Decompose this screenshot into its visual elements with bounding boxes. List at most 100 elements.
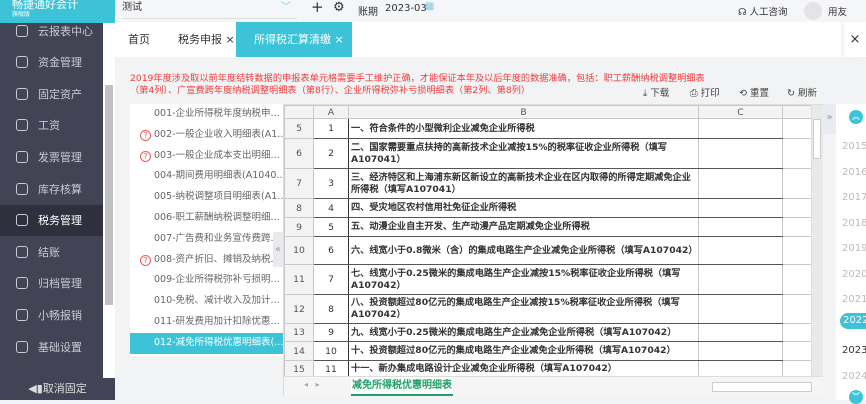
- cell-a[interactable]: 4: [313, 198, 349, 218]
- tab-tax-declaration[interactable]: 税务申报 ×: [178, 22, 235, 57]
- scroll-up-icon[interactable]: ︽: [849, 110, 863, 124]
- reset-button[interactable]: ⟲ 重置: [739, 85, 769, 99]
- report-list-item[interactable]: 012-减免所得税优惠明细表(...: [130, 332, 283, 354]
- year-item[interactable]: 2024年: [842, 367, 866, 382]
- year-item[interactable]: 2020年: [842, 265, 866, 280]
- sidebar-scroll-thumb[interactable]: [105, 85, 113, 305]
- cell-b[interactable]: 八、投资额超过80亿元的集成电路生产企业减按15%税率征收企业所得税（填写A10…: [348, 294, 699, 324]
- sidebar-item[interactable]: 库存核算: [0, 173, 103, 204]
- cell-b[interactable]: 四、受灾地区农村信用社免征企业所得税: [348, 198, 699, 218]
- report-list-item[interactable]: 005-纳税调整项目明细表(A1...: [130, 187, 283, 208]
- cell-a[interactable]: 3: [313, 168, 349, 199]
- close-icon[interactable]: ×: [335, 33, 344, 46]
- sidebar-item[interactable]: 归档管理: [0, 268, 103, 299]
- cell-c[interactable]: [698, 168, 783, 199]
- collapse-list-button[interactable]: «: [273, 232, 283, 267]
- row-number[interactable]: 8: [284, 198, 314, 218]
- cell-a[interactable]: 2: [313, 138, 349, 169]
- cell-d[interactable]: [782, 118, 812, 139]
- sidebar-item[interactable]: 云报表中心: [0, 15, 103, 46]
- close-icon[interactable]: ×: [226, 33, 235, 46]
- row-number[interactable]: 6: [284, 138, 314, 169]
- sidebar-item[interactable]: 工资: [0, 110, 103, 141]
- cell-c[interactable]: [698, 236, 783, 265]
- add-icon[interactable]: +: [311, 0, 324, 16]
- report-list-item[interactable]: 007-广告费和业务宣传费跨...: [130, 229, 283, 250]
- cell-a[interactable]: 7: [313, 264, 349, 295]
- cell-d[interactable]: [782, 236, 812, 265]
- cell-c[interactable]: [698, 118, 783, 139]
- corner-cell[interactable]: [284, 105, 314, 119]
- cell-d[interactable]: [782, 341, 812, 361]
- report-list-item[interactable]: 011-研发费用加计扣除优惠...: [130, 312, 283, 333]
- download-button[interactable]: ⤓ 下载: [643, 85, 669, 99]
- row-number[interactable]: 11: [284, 264, 314, 295]
- report-list-item[interactable]: 006-职工薪酬纳税调整明细...: [130, 208, 283, 229]
- year-item[interactable]: 2018年: [842, 214, 866, 229]
- sheet-nav-arrows[interactable]: ◂ ▸: [304, 380, 320, 389]
- report-list-item[interactable]: ? 002-一般企业收入明细表(A1...: [130, 125, 283, 146]
- cell-b[interactable]: 十一、新办集成电路设计企业减免企业所得税（填写A107042）: [348, 360, 699, 378]
- cell-d[interactable]: [782, 138, 812, 169]
- cell-d[interactable]: [782, 264, 812, 295]
- cell-d[interactable]: [782, 360, 812, 378]
- column-header[interactable]: A: [313, 105, 349, 119]
- sidebar-item[interactable]: 固定资产: [0, 78, 103, 109]
- sidebar-item[interactable]: 资金管理: [0, 47, 103, 78]
- refresh-button[interactable]: ↻ 刷新: [787, 85, 817, 99]
- cell-a[interactable]: 6: [313, 236, 349, 265]
- row-number[interactable]: 9: [284, 217, 314, 237]
- cell-b[interactable]: 十、投资额超过80亿元的集成电路生产企业减免企业所得税（填写A107042）: [348, 341, 699, 361]
- row-number[interactable]: 10: [284, 236, 314, 265]
- cell-a[interactable]: 8: [313, 294, 349, 324]
- row-number[interactable]: 7: [284, 168, 314, 199]
- cell-b[interactable]: 六、线宽小于0.8微米（含）的集成电路生产企业减免企业所得税（填写A107042…: [348, 236, 699, 265]
- cell-d[interactable]: [782, 198, 812, 218]
- cell-a[interactable]: 10: [313, 341, 349, 361]
- vertical-scroll-thumb[interactable]: [813, 119, 821, 159]
- cell-b[interactable]: 一、符合条件的小型微利企业减免企业所得税: [348, 118, 699, 139]
- unpin-button[interactable]: ◀▮取消固定: [0, 378, 115, 400]
- account-select[interactable]: 测试 ﹀: [122, 0, 297, 19]
- cell-c[interactable]: [698, 138, 783, 169]
- cell-d[interactable]: [782, 168, 812, 199]
- cell-b[interactable]: 九、线宽小于0.25微米的集成电路生产企业减免企业所得税（填写A107042）: [348, 323, 699, 342]
- tab-income-tax-settlement[interactable]: 所得税汇算清缴 ×: [236, 22, 352, 57]
- column-header[interactable]: C: [698, 105, 783, 119]
- cell-a[interactable]: 1: [313, 118, 349, 139]
- user-name[interactable]: 用友: [828, 4, 847, 18]
- cell-a[interactable]: 5: [313, 217, 349, 237]
- row-number[interactable]: 14: [284, 341, 314, 361]
- row-number[interactable]: 15: [284, 360, 314, 378]
- cell-c[interactable]: [698, 264, 783, 295]
- year-item[interactable]: 2019年: [842, 239, 866, 254]
- cell-b[interactable]: 二、国家需要重点扶持的高新技术企业减按15%的税率征收企业所得税（填写A1070…: [348, 138, 699, 169]
- gear-icon[interactable]: ⚙: [333, 0, 345, 15]
- row-number[interactable]: 13: [284, 323, 314, 342]
- cell-b[interactable]: 五、动漫企业自主开发、生产动漫产品定期减免企业所得税: [348, 217, 699, 237]
- row-number[interactable]: 12: [284, 294, 314, 324]
- year-item[interactable]: 2021年: [842, 290, 866, 305]
- cell-c[interactable]: [698, 323, 783, 342]
- avatar[interactable]: [804, 2, 822, 20]
- year-item[interactable]: 2017年: [842, 188, 866, 203]
- cell-b[interactable]: 三、经济特区和上海浦东新区新设立的高新技术企业在区内取得的所得定期减免企业所得税…: [348, 168, 699, 199]
- cell-b[interactable]: 七、线宽小于0.25微米的集成电路生产企业减按15%税率征收企业所得税（填写A1…: [348, 264, 699, 295]
- cell-c[interactable]: [698, 217, 783, 237]
- sidebar-item[interactable]: 发票管理: [0, 141, 103, 172]
- report-list-item[interactable]: 009-企业所得税弥补亏损明...: [130, 270, 283, 291]
- column-header[interactable]: [782, 105, 812, 119]
- horizontal-scrollbar[interactable]: [712, 382, 812, 392]
- cell-c[interactable]: [698, 198, 783, 218]
- scroll-down-icon[interactable]: ︾: [849, 390, 863, 404]
- year-item[interactable]: 2023年: [842, 341, 866, 356]
- support-button[interactable]: ☊ 人工咨询: [738, 4, 788, 18]
- cell-d[interactable]: [782, 217, 812, 237]
- cell-a[interactable]: 11: [313, 360, 349, 378]
- cell-a[interactable]: 9: [313, 323, 349, 342]
- report-list-item[interactable]: 004-期间费用明细表(A1040...: [130, 166, 283, 187]
- cell-c[interactable]: [698, 294, 783, 324]
- column-header[interactable]: B: [348, 105, 699, 119]
- sidebar-item[interactable]: 结账: [0, 236, 103, 267]
- sidebar-item[interactable]: 税务管理: [0, 204, 103, 236]
